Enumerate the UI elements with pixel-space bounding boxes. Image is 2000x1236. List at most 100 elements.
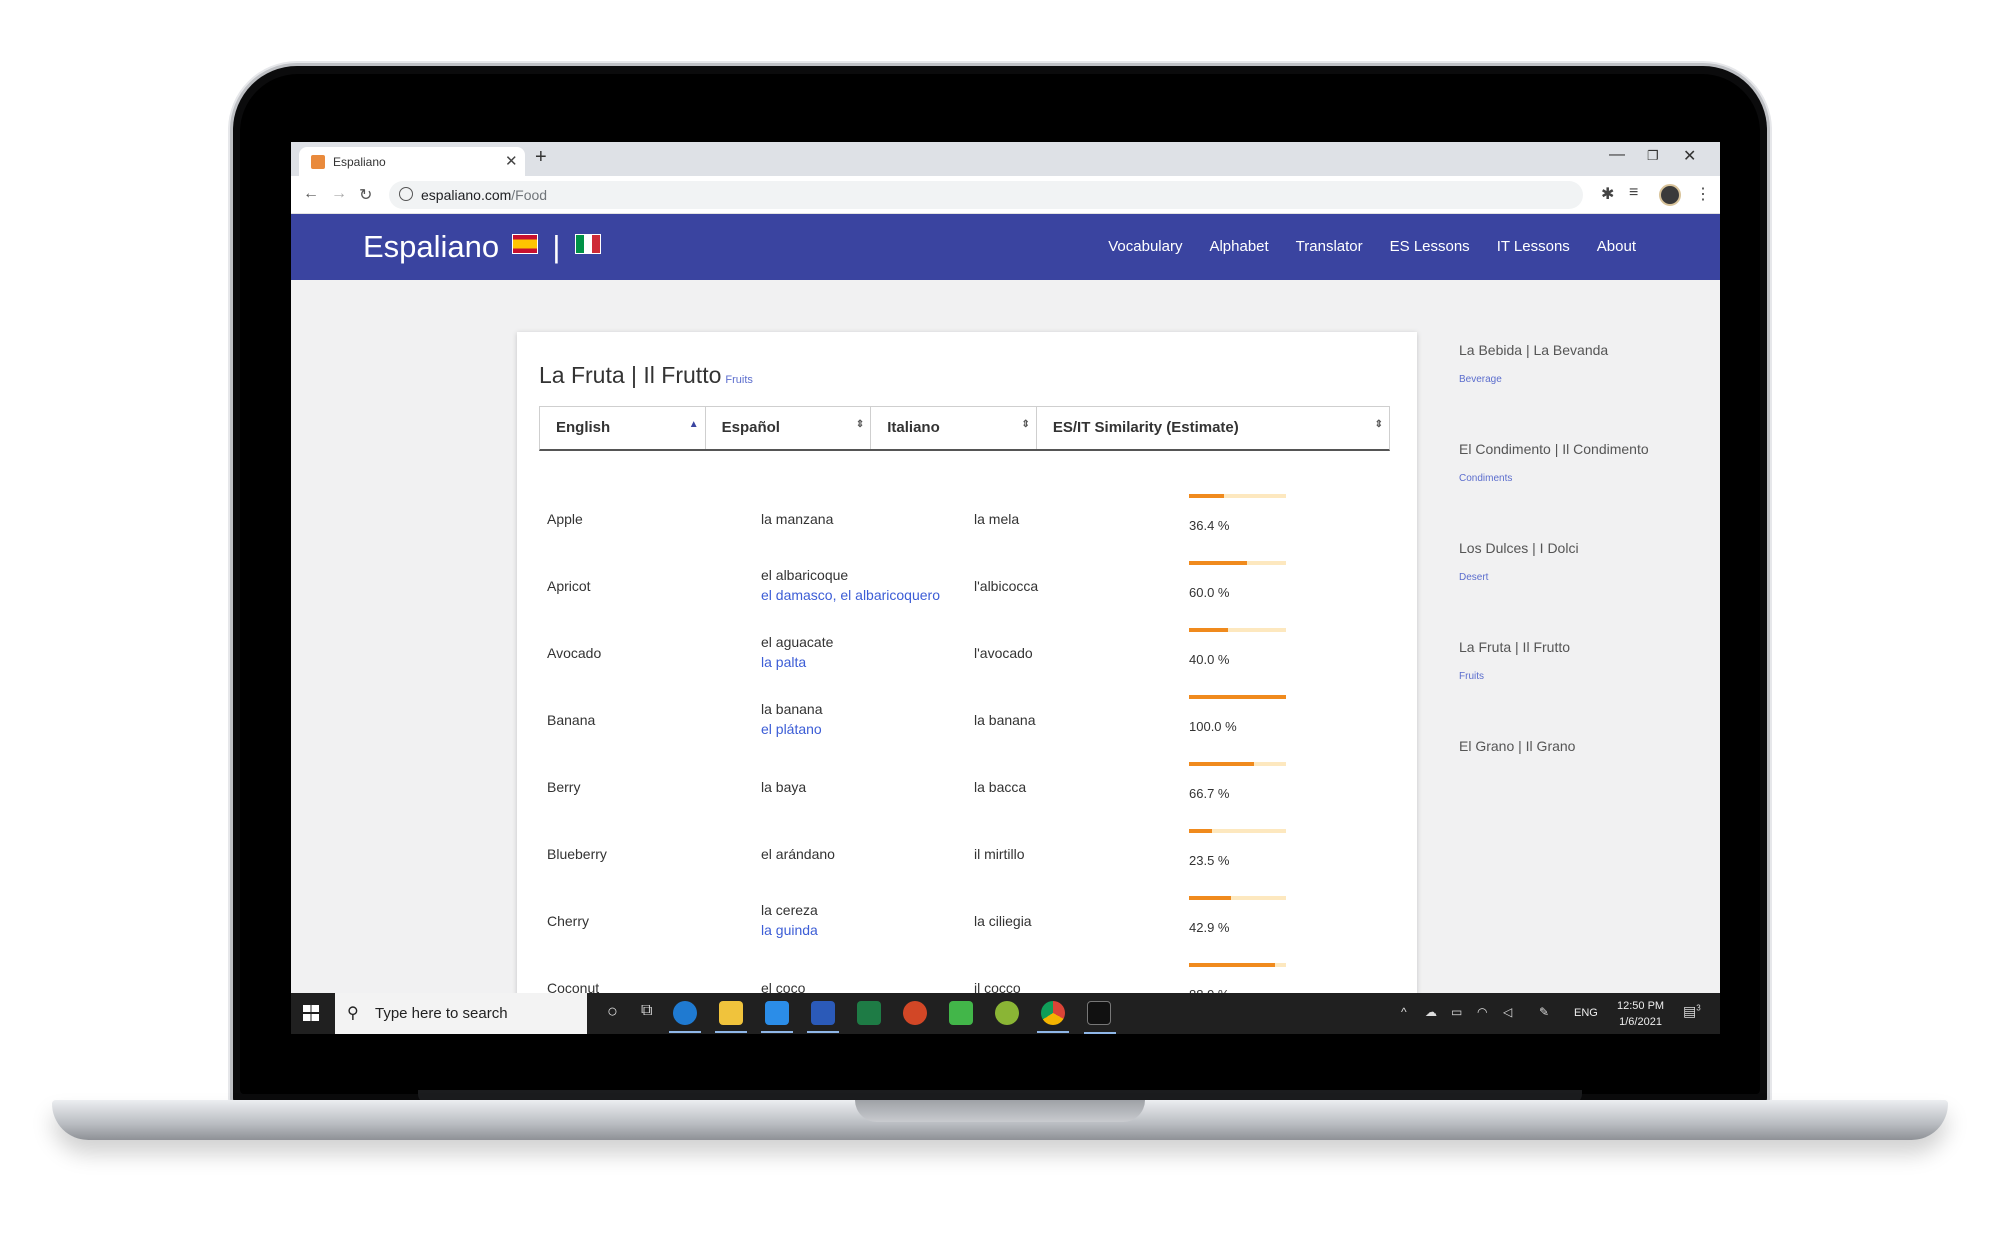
cortana-icon[interactable]: ○: [607, 1001, 618, 1022]
similarity-bar: [1189, 896, 1286, 900]
sidebar-item-title[interactable]: Los Dulces | I Dolci: [1459, 540, 1579, 556]
sidebar-item-title[interactable]: El Condimento | Il Condimento: [1459, 441, 1649, 457]
chevron-up-icon[interactable]: ^: [1401, 1005, 1407, 1019]
cell-english: Avocado: [547, 645, 602, 661]
file-explorer-icon[interactable]: [715, 1001, 747, 1033]
cell-italiano: l'avocado: [974, 645, 1033, 661]
app-icon[interactable]: [995, 1001, 1019, 1025]
column-header-english[interactable]: English ▲: [540, 407, 706, 449]
extensions-icon[interactable]: ✱: [1601, 184, 1614, 204]
es-word: la cereza: [761, 902, 818, 918]
restore-icon[interactable]: ❐: [1647, 148, 1659, 164]
taskbar-clock[interactable]: 12:50 PM 1/6/2021: [1617, 998, 1664, 1030]
chrome-icon[interactable]: [1037, 1001, 1069, 1033]
forward-icon[interactable]: →: [331, 185, 347, 203]
site-info-icon[interactable]: [399, 187, 413, 201]
sidebar-item-subtitle[interactable]: Condiments: [1459, 473, 1649, 484]
sort-icon: ⇕: [1021, 419, 1030, 430]
nav-es-lessons[interactable]: ES Lessons: [1390, 238, 1470, 255]
table-row: Berry la baya la bacca 66.7 %: [539, 756, 1390, 823]
sidebar-item[interactable]: El Grano | Il Grano: [1459, 738, 1575, 754]
menu-icon[interactable]: ⋮: [1695, 184, 1711, 204]
camtasia-icon[interactable]: [949, 1001, 973, 1025]
table-row: Apple la manzana la mela 36.4 %: [539, 488, 1390, 555]
table-row: Blueberry el arándano il mirtillo 23.5 %: [539, 823, 1390, 890]
nav-it-lessons[interactable]: IT Lessons: [1497, 238, 1570, 255]
page-title: La Fruta | Il Frutto Fruits: [539, 362, 753, 388]
back-icon[interactable]: ←: [303, 185, 319, 203]
es-alternative-link[interactable]: el damasco, el albaricoquero: [761, 587, 940, 603]
taskbar-search[interactable]: ⚲ Type here to search: [335, 993, 587, 1034]
task-view-icon[interactable]: ⧉: [641, 1002, 652, 1020]
column-header-espanol[interactable]: Español ⇕: [706, 407, 872, 449]
cell-espanol: el albaricoque el damasco, el albaricoque…: [761, 567, 940, 603]
notification-icon[interactable]: ▤3: [1683, 1003, 1701, 1020]
nav-translator[interactable]: Translator: [1296, 238, 1363, 255]
similarity-fill: [1189, 762, 1254, 766]
browser-toolbar: ← → ↻ espaliano.com/Food ✱ ≡ ⋮: [291, 176, 1720, 214]
es-word: el albaricoque: [761, 567, 849, 583]
close-icon[interactable]: ✕: [505, 152, 518, 170]
new-tab-icon[interactable]: +: [535, 146, 547, 169]
similarity-value: 36.4 %: [1189, 518, 1230, 533]
window-close-icon[interactable]: ✕: [1683, 146, 1696, 166]
reload-icon[interactable]: ↻: [359, 185, 372, 205]
tab-title: Espaliano: [333, 155, 386, 169]
nav-vocabulary[interactable]: Vocabulary: [1108, 238, 1182, 255]
sort-asc-icon: ▲: [688, 419, 699, 430]
battery-icon[interactable]: ▭: [1451, 1005, 1462, 1019]
similarity-fill: [1189, 963, 1276, 967]
windows-start-icon[interactable]: [303, 1005, 319, 1021]
column-header-italiano[interactable]: Italiano ⇕: [871, 407, 1037, 449]
powerpoint-icon[interactable]: [903, 1001, 927, 1025]
es-word: el aguacate: [761, 634, 834, 650]
site-brand[interactable]: Espaliano |: [363, 229, 602, 265]
profile-avatar[interactable]: [1659, 184, 1681, 206]
es-alternative-link[interactable]: el plátano: [761, 721, 823, 737]
nav-alphabet[interactable]: Alphabet: [1209, 238, 1268, 255]
nav-about[interactable]: About: [1597, 238, 1636, 255]
sidebar-item-subtitle[interactable]: Fruits: [1459, 671, 1570, 682]
similarity-bar: [1189, 829, 1286, 833]
language-indicator[interactable]: ENG: [1574, 1007, 1598, 1019]
es-alternative-link[interactable]: la guinda: [761, 922, 818, 938]
sidebar-item[interactable]: La Fruta | Il Frutto Fruits: [1459, 639, 1570, 682]
es-alternative-link[interactable]: la palta: [761, 654, 833, 670]
edge-icon[interactable]: [669, 1001, 701, 1033]
sidebar-item-title[interactable]: El Grano | Il Grano: [1459, 738, 1575, 754]
similarity-fill: [1189, 628, 1228, 632]
similarity-bar: [1189, 963, 1286, 967]
sidebar-item[interactable]: La Bebida | La Bevanda Beverage: [1459, 342, 1608, 385]
minimize-icon[interactable]: —: [1609, 146, 1625, 164]
excel-icon[interactable]: [857, 1001, 881, 1025]
favicon-icon: [311, 155, 325, 169]
terminal-icon[interactable]: [1084, 1001, 1116, 1034]
sidebar-item-title[interactable]: La Fruta | Il Frutto: [1459, 639, 1570, 655]
word-icon[interactable]: [807, 1001, 839, 1033]
sort-icon: ⇕: [1374, 419, 1384, 430]
cell-espanol: el aguacate la palta: [761, 634, 833, 670]
pen-icon[interactable]: ✎: [1539, 1005, 1549, 1019]
vscode-icon[interactable]: [761, 1001, 793, 1033]
url-text: espaliano.com/Food: [421, 187, 548, 203]
windows-taskbar: ⚲ Type here to search ○ ⧉ ^ ☁ ▭ ◠ ◁ ✎ EN…: [291, 993, 1720, 1034]
notification-count: 3: [1696, 1003, 1701, 1013]
sidebar-item-subtitle[interactable]: Beverage: [1459, 374, 1608, 385]
wifi-icon[interactable]: ◠: [1477, 1005, 1487, 1019]
italy-flag-icon: [575, 234, 602, 254]
browser-tab[interactable]: Espaliano ✕: [299, 147, 525, 176]
table-row: Apricot el albaricoque el damasco, el alba…: [539, 555, 1390, 622]
column-header-similarity[interactable]: ES/IT Similarity (Estimate) ⇕: [1037, 407, 1389, 449]
search-icon: ⚲: [347, 1005, 359, 1022]
sidebar-item[interactable]: Los Dulces | I Dolci Desert: [1459, 540, 1579, 583]
address-bar[interactable]: espaliano.com/Food: [389, 181, 1583, 209]
cloud-icon[interactable]: ☁: [1425, 1005, 1437, 1019]
page-subtitle: Fruits: [725, 374, 753, 386]
sidebar-item[interactable]: El Condimento | Il Condimento Condiments: [1459, 441, 1649, 484]
reading-list-icon[interactable]: ≡: [1629, 184, 1638, 202]
volume-icon[interactable]: ◁: [1503, 1005, 1512, 1019]
sidebar-item-title[interactable]: La Bebida | La Bevanda: [1459, 342, 1608, 358]
spain-flag-icon: [511, 234, 538, 254]
similarity-fill: [1189, 494, 1225, 498]
sidebar-item-subtitle[interactable]: Desert: [1459, 572, 1579, 583]
